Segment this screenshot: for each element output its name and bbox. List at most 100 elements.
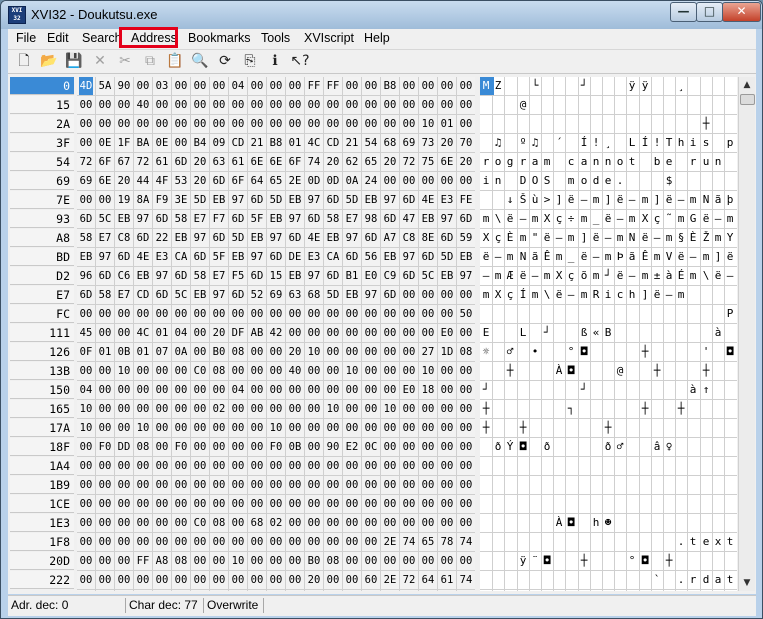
hex-byte[interactable]: 78 [440, 533, 454, 551]
hex-byte[interactable]: 6D [98, 267, 112, 285]
hex-byte[interactable]: B0 [307, 552, 321, 570]
hex-byte[interactable]: 00 [79, 115, 93, 133]
hex-byte[interactable]: 6D [402, 191, 416, 209]
hex-byte[interactable]: 4E [136, 248, 150, 266]
hex-byte[interactable]: 00 [326, 495, 340, 513]
text-char[interactable] [722, 286, 737, 304]
hex-byte[interactable]: 00 [250, 533, 264, 551]
hex-byte[interactable]: 0F [79, 343, 93, 361]
hex-byte[interactable]: 24 [364, 172, 378, 190]
hex-byte[interactable]: 1F [117, 134, 131, 152]
hex-byte[interactable]: 2E [288, 172, 302, 190]
hex-byte[interactable]: 10 [231, 552, 245, 570]
hex-byte[interactable]: 00 [212, 438, 226, 456]
hex-byte[interactable]: 00 [174, 96, 188, 114]
text-char[interactable] [722, 362, 737, 380]
hex-byte[interactable]: 00 [193, 438, 207, 456]
hex-byte[interactable]: 00 [193, 343, 207, 361]
hex-byte[interactable]: 00 [117, 552, 131, 570]
hex-byte[interactable]: 00 [288, 514, 302, 532]
hex-byte[interactable]: 6D [231, 286, 245, 304]
hex-byte[interactable]: 69 [402, 134, 416, 152]
hex-byte[interactable]: 00 [402, 419, 416, 437]
hex-byte[interactable]: 03 [155, 77, 169, 95]
hex-byte[interactable]: 00 [155, 96, 169, 114]
hex-byte[interactable]: 67 [117, 153, 131, 171]
hex-byte[interactable]: 00 [421, 476, 435, 494]
hex-byte[interactable]: 72 [402, 571, 416, 589]
hex-byte[interactable]: EB [79, 248, 93, 266]
hex-byte[interactable]: 00 [402, 172, 416, 190]
hex-byte[interactable]: 00 [269, 343, 283, 361]
hex-byte[interactable]: 00 [345, 305, 359, 323]
hex-byte[interactable]: 00 [459, 286, 473, 304]
hex-byte[interactable]: 18 [421, 381, 435, 399]
hex-byte[interactable]: 00 [364, 476, 378, 494]
hex-byte[interactable]: 72 [402, 153, 416, 171]
hex-byte[interactable]: 27 [421, 343, 435, 361]
hex-byte[interactable]: 00 [98, 305, 112, 323]
hex-byte[interactable]: 00 [79, 495, 93, 513]
hex-byte[interactable]: 3E [174, 191, 188, 209]
hex-byte[interactable]: 00 [440, 419, 454, 437]
hex-byte[interactable]: F0 [269, 438, 283, 456]
hex-byte[interactable]: 00 [212, 495, 226, 513]
hex-byte[interactable]: E7 [345, 210, 359, 228]
hex-byte[interactable]: 64 [421, 571, 435, 589]
hex-byte[interactable]: 00 [212, 552, 226, 570]
hex-byte[interactable]: 00 [174, 381, 188, 399]
hex-byte[interactable]: 00 [212, 115, 226, 133]
hex-byte[interactable]: 69 [79, 172, 93, 190]
hex-byte[interactable]: 6D [288, 229, 302, 247]
hex-byte[interactable]: 00 [345, 400, 359, 418]
hex-byte[interactable]: B8 [269, 134, 283, 152]
hex-byte[interactable]: 00 [98, 495, 112, 513]
hex-byte[interactable]: 00 [440, 476, 454, 494]
hex-byte[interactable]: 01 [98, 343, 112, 361]
hex-byte[interactable]: E2 [345, 438, 359, 456]
hex-byte[interactable]: E7 [212, 267, 226, 285]
hex-byte[interactable]: 00 [79, 533, 93, 551]
text-char[interactable] [722, 419, 737, 437]
hex-byte[interactable]: 00 [345, 381, 359, 399]
hex-byte[interactable]: 20 [193, 153, 207, 171]
hex-byte[interactable]: 00 [307, 495, 321, 513]
hex-byte[interactable]: 00 [421, 324, 435, 342]
hex-byte[interactable]: 68 [383, 134, 397, 152]
hex-byte[interactable]: 97 [307, 191, 321, 209]
hex-byte[interactable]: 00 [440, 96, 454, 114]
hex-byte[interactable]: 64 [250, 172, 264, 190]
hex-byte[interactable]: EB [269, 210, 283, 228]
hex-byte[interactable]: 6E [269, 153, 283, 171]
hex-byte[interactable]: 00 [288, 476, 302, 494]
hex-byte[interactable]: F0 [98, 438, 112, 456]
hex-byte[interactable]: 00 [364, 343, 378, 361]
hex-byte[interactable]: 20 [326, 153, 340, 171]
hex-byte[interactable]: 00 [307, 362, 321, 380]
hex-byte[interactable]: 00 [79, 552, 93, 570]
hex-byte[interactable]: 00 [307, 324, 321, 342]
hex-byte[interactable]: 00 [174, 457, 188, 475]
hex-byte[interactable]: 00 [155, 476, 169, 494]
open-folder-icon[interactable]: 📂 [39, 52, 59, 70]
hex-byte[interactable]: 00 [383, 476, 397, 494]
help-icon[interactable]: ↖? [290, 52, 310, 70]
hex-byte[interactable]: 5D [345, 191, 359, 209]
hex-byte[interactable]: 20 [288, 343, 302, 361]
hex-byte[interactable]: 58 [98, 286, 112, 304]
hex-byte[interactable]: C0 [193, 362, 207, 380]
hex-byte[interactable]: 00 [174, 533, 188, 551]
hex-byte[interactable]: F9 [155, 191, 169, 209]
hex-byte[interactable]: 00 [364, 115, 378, 133]
hex-byte[interactable]: 65 [269, 172, 283, 190]
hex-byte[interactable]: 00 [364, 552, 378, 570]
hex-byte[interactable]: 00 [155, 115, 169, 133]
hex-byte[interactable]: 00 [459, 381, 473, 399]
hex-byte[interactable]: E7 [117, 286, 131, 304]
hex-byte[interactable]: 00 [288, 533, 302, 551]
hex-byte[interactable]: 04 [79, 381, 93, 399]
hex-byte[interactable]: 00 [326, 324, 340, 342]
script-icon[interactable]: ℹ [265, 52, 285, 70]
hex-byte[interactable]: 00 [174, 77, 188, 95]
hex-byte[interactable]: 6D [307, 210, 321, 228]
